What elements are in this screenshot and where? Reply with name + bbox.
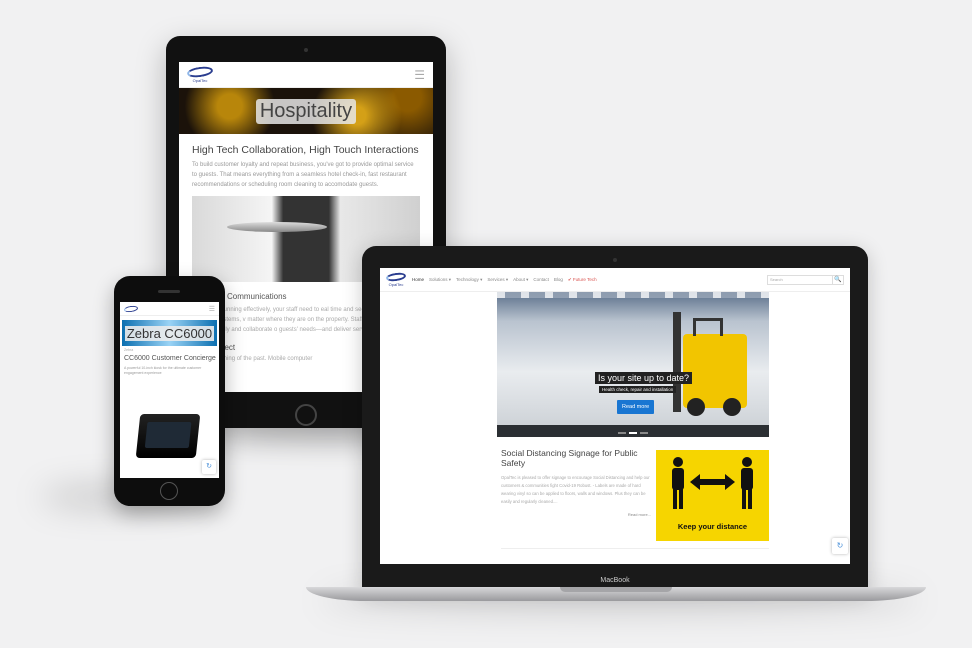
laptop-screen: OpalTec Home Solutions ▾ Technology ▾ Se… — [380, 268, 850, 564]
tablet-camera — [304, 48, 308, 52]
logo-ring-icon — [385, 271, 407, 282]
hero-title: Is your site up to date? — [595, 372, 693, 384]
tablet-home-button[interactable] — [295, 404, 317, 426]
tablet-section-body: To build customer loyalty and repeat bus… — [192, 162, 414, 188]
laptop-brand-label: MacBook — [600, 577, 630, 584]
kiosk-display — [144, 422, 192, 448]
product-title: CC6000 Customer Concierge — [124, 355, 216, 362]
tablet-hero-title: Hospitality — [255, 98, 357, 124]
menu-about[interactable]: About ▾ — [513, 277, 528, 283]
product-description: A powerful 10-inch kiosk for the ultimat… — [124, 366, 202, 375]
logo-text: OpalTec — [388, 281, 404, 287]
tray-shape — [227, 222, 327, 232]
menu-future-tech[interactable]: ✔ Future Tech — [568, 277, 597, 283]
laptop-camera — [613, 258, 617, 262]
recaptcha-badge-icon[interactable]: ↻ — [202, 460, 216, 474]
menu-solutions[interactable]: Solutions ▾ — [429, 277, 451, 283]
slide-dot[interactable] — [618, 432, 626, 434]
phone-hero-title: Zebra CC6000 — [124, 325, 215, 341]
phone-navbar: ☰ — [120, 302, 219, 316]
menu-home[interactable]: Home — [412, 277, 424, 283]
phone-logo[interactable] — [123, 304, 139, 313]
read-more-button[interactable]: Read more — [617, 400, 655, 414]
phone-device: ☰ Zebra CC6000 Zebra CC6000 Customer Con… — [114, 276, 225, 506]
menu-blog[interactable]: Blog — [554, 277, 563, 283]
post-excerpt: OpalTec is pleased to offer signage to e… — [501, 475, 650, 504]
blog-post: Social Distancing Signage for Public Saf… — [501, 448, 651, 517]
tablet-navbar: OpalTec ☰ — [179, 62, 433, 88]
forklift-wheel — [687, 398, 705, 416]
laptop-notch — [560, 587, 672, 592]
hero-subtitle: Health check, repair and installation — [599, 386, 677, 393]
menu-technology[interactable]: Technology ▾ — [456, 277, 482, 283]
menu-services[interactable]: Services ▾ — [487, 277, 508, 283]
laptop-navbar: OpalTec Home Solutions ▾ Technology ▾ Se… — [380, 268, 850, 292]
tablet-hero-banner: Hospitality — [179, 88, 433, 134]
laptop-device: OpalTec Home Solutions ▾ Technology ▾ Se… — [362, 246, 868, 592]
forklift-cab — [693, 318, 723, 336]
warehouse-floor — [497, 425, 769, 437]
menu-contact[interactable]: Contact — [533, 277, 549, 283]
logo-text: OpalTec — [192, 77, 208, 83]
laptop-logo[interactable]: OpalTec — [385, 271, 407, 287]
hamburger-menu-icon[interactable]: ☰ — [414, 68, 425, 82]
post-divider — [501, 548, 769, 549]
phone-home-button[interactable] — [160, 482, 178, 500]
post-title[interactable]: Social Distancing Signage for Public Saf… — [501, 448, 651, 468]
logo-ring-icon — [186, 64, 214, 79]
slider-indicators — [618, 432, 648, 434]
forklift-image — [683, 318, 747, 416]
search-bar: Search 🔍 — [767, 274, 844, 285]
recaptcha-badge-icon[interactable]: ↻ — [832, 538, 848, 554]
phone-speaker — [158, 290, 180, 293]
main-menu: Home Solutions ▾ Technology ▾ Services ▾… — [412, 277, 597, 283]
post-read-more-link[interactable]: Read more... — [501, 512, 651, 517]
hamburger-menu-icon[interactable]: ☰ — [209, 305, 215, 313]
tablet-logo[interactable]: OpalTec — [186, 64, 214, 83]
ceiling-lights — [497, 292, 769, 298]
slide-dot[interactable] — [640, 432, 648, 434]
tablet-section-title: High Tech Collaboration, High Touch Inte… — [192, 144, 419, 156]
phone-hero-banner: Zebra CC6000 — [122, 320, 217, 346]
forklift-mast — [673, 312, 681, 412]
forklift-wheel — [723, 398, 741, 416]
warehouse-hero-slider: Is your site up to date? Health check, r… — [497, 292, 769, 437]
breadcrumb[interactable]: Zebra — [124, 348, 219, 352]
search-button[interactable]: 🔍 — [833, 274, 844, 285]
keep-distance-sign-image: Keep your distance — [656, 450, 769, 541]
sign-caption: Keep your distance — [677, 522, 748, 531]
search-input[interactable]: Search — [767, 274, 833, 285]
phone-screen: ☰ Zebra CC6000 Zebra CC6000 Customer Con… — [120, 302, 219, 478]
logo-ring-icon — [123, 304, 139, 313]
people-arrow-icon — [672, 457, 753, 509]
slide-dot-active[interactable] — [629, 432, 637, 434]
kiosk-product-image — [135, 414, 201, 458]
